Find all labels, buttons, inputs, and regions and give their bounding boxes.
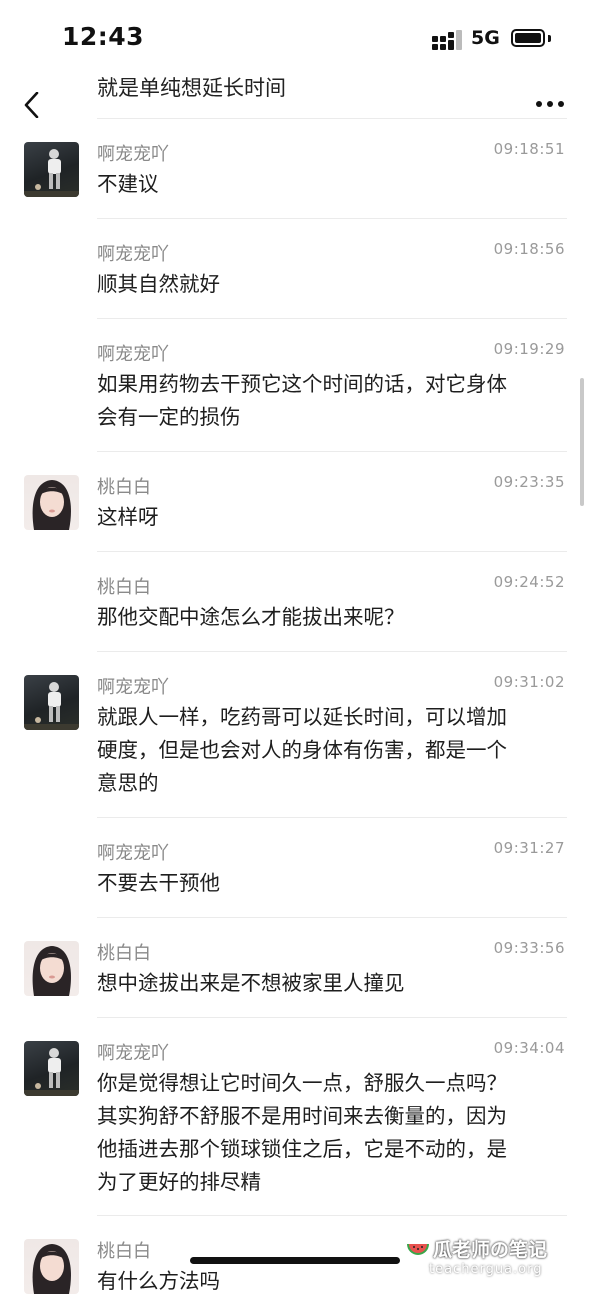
- sender-name: 啊宠宠吖: [97, 843, 169, 864]
- avatar[interactable]: [24, 1041, 79, 1096]
- avatar-figure: [24, 682, 79, 730]
- message-item[interactable]: 桃白白 09:24:52 那他交配中途怎么才能拔出来呢？: [0, 551, 591, 652]
- message-time: 09:33:56: [493, 939, 565, 957]
- message-line: 想中途拔出来是不想被家里人撞见: [97, 971, 405, 995]
- status-time: 12:43: [62, 22, 145, 51]
- avatar-figure: [24, 1048, 79, 1096]
- more-options-icon[interactable]: [535, 100, 565, 108]
- sender-name: 桃白白: [97, 943, 151, 964]
- avatar-figure: [24, 149, 79, 197]
- message-text: 想中途拔出来是不想被家里人撞见: [97, 967, 569, 1000]
- network-type: 5G: [471, 27, 500, 49]
- avatar[interactable]: [24, 475, 79, 530]
- sender-name: 啊宠宠吖: [97, 1043, 169, 1064]
- message-line: 意思的: [97, 771, 159, 795]
- avatar-figure: [32, 480, 71, 530]
- message-text: 如果用药物去干预它这个时间的话，对它身体 会有一定的损伤: [97, 368, 569, 434]
- message-time: 09:31:27: [493, 839, 565, 857]
- nav-bar: 就是单纯想延长时间: [0, 70, 591, 118]
- message-item[interactable]: 啊宠宠吖 09:31:02 就跟人一样，吃药哥可以延长时间，可以增加 硬度，但是…: [0, 651, 591, 818]
- sender-name: 桃白白: [97, 1241, 151, 1262]
- message-line: 你是觉得想让它时间久一点，舒服久一点吗？: [97, 1071, 507, 1095]
- message-item[interactable]: 桃白白 09:33:56 想中途拔出来是不想被家里人撞见: [0, 917, 591, 1018]
- home-indicator[interactable]: [190, 1257, 400, 1264]
- message-line: 其实狗舒不舒服不是用时间来去衡量的，因为: [97, 1104, 507, 1128]
- message-line: 如果用药物去干预它这个时间的话，对它身体: [97, 372, 507, 396]
- message-line: 不要去干预他: [97, 871, 220, 895]
- message-time: 09:23:35: [493, 473, 565, 491]
- avatar[interactable]: [24, 941, 79, 996]
- sender-name: 啊宠宠吖: [97, 344, 169, 365]
- message-line: 顺其自然就好: [97, 272, 220, 296]
- back-icon[interactable]: [22, 92, 44, 118]
- sender-name: 桃白白: [97, 577, 151, 598]
- message-time: 09:19:29: [493, 340, 565, 358]
- previous-message-text: 就是单纯想延长时间: [97, 76, 286, 100]
- signal-strength-icon: [432, 30, 462, 50]
- sender-name: 啊宠宠吖: [97, 244, 169, 265]
- message-line: 不建议: [97, 172, 159, 196]
- watermark-brand: 瓜老师の笔记: [433, 1239, 548, 1261]
- message-text: 那他交配中途怎么才能拔出来呢？: [97, 601, 569, 634]
- message-line: 为了更好的排尽精: [97, 1170, 261, 1194]
- message-text: 你是觉得想让它时间久一点，舒服久一点吗？ 其实狗舒不舒服不是用时间来去衡量的，因…: [97, 1067, 569, 1199]
- battery-cap: [548, 35, 551, 42]
- message-time: 09:31:02: [493, 673, 565, 691]
- message-time: 09:18:56: [493, 240, 565, 258]
- watermark: 瓜老师の笔记 teachergua.org: [405, 1232, 580, 1280]
- message-text: 不要去干预他: [97, 867, 569, 900]
- status-bar: 12:43 5G: [0, 0, 591, 70]
- avatar[interactable]: [24, 675, 79, 730]
- message-line: 硬度，但是也会对人的身体有伤害，都是一个: [97, 738, 507, 762]
- scrollbar[interactable]: [580, 378, 584, 506]
- avatar-figure: [32, 946, 71, 996]
- sender-name: 桃白白: [97, 477, 151, 498]
- message-item[interactable]: 桃白白 09:23:35 这样呀: [0, 451, 591, 552]
- message-line: 就跟人一样，吃药哥可以延长时间，可以增加: [97, 705, 507, 729]
- message-item[interactable]: 啊宠宠吖 09:31:27 不要去干预他: [0, 817, 591, 918]
- avatar-figure: [32, 1244, 71, 1294]
- message-text: 顺其自然就好: [97, 268, 569, 301]
- message-time: 09:34:04: [493, 1039, 565, 1057]
- message-line: 那他交配中途怎么才能拔出来呢？: [97, 605, 405, 629]
- message-item[interactable]: 啊宠宠吖 09:34:04 你是觉得想让它时间久一点，舒服久一点吗？ 其实狗舒不…: [0, 1017, 591, 1216]
- message-text: 这样呀: [97, 501, 569, 534]
- avatar[interactable]: [24, 142, 79, 197]
- sender-name: 啊宠宠吖: [97, 677, 169, 698]
- message-line: 这样呀: [97, 505, 159, 529]
- watermelon-icon: [407, 1244, 429, 1255]
- message-item[interactable]: 啊宠宠吖 09:19:29 如果用药物去干预它这个时间的话，对它身体 会有一定的…: [0, 318, 591, 452]
- message-item[interactable]: 啊宠宠吖 09:18:56 顺其自然就好: [0, 218, 591, 319]
- message-line: 会有一定的损伤: [97, 405, 241, 429]
- battery-icon: [511, 29, 545, 47]
- message-time: 09:18:51: [493, 140, 565, 158]
- message-text: 不建议: [97, 168, 569, 201]
- message-text: 就跟人一样，吃药哥可以延长时间，可以增加 硬度，但是也会对人的身体有伤害，都是一…: [97, 701, 569, 800]
- avatar[interactable]: [24, 1239, 79, 1294]
- message-item[interactable]: 啊宠宠吖 09:18:51 不建议: [0, 118, 591, 219]
- message-time: 09:24:52: [493, 573, 565, 591]
- message-line: 他插进去那个锁球锁住之后，它是不动的，是: [97, 1137, 507, 1161]
- sender-name: 啊宠宠吖: [97, 144, 169, 165]
- watermark-url: teachergua.org: [429, 1262, 543, 1277]
